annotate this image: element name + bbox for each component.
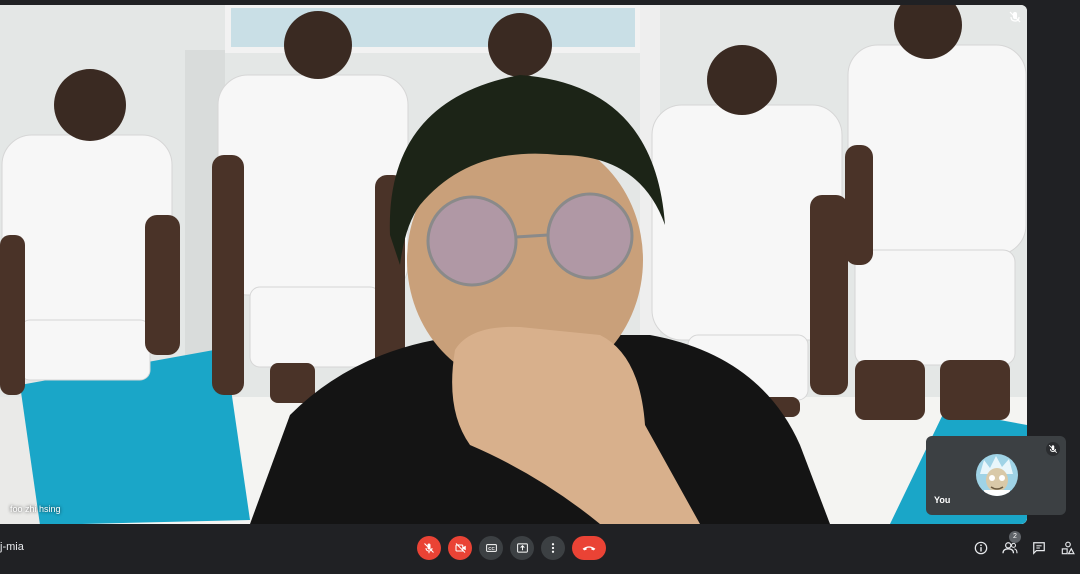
closed-captions-icon: CC xyxy=(485,544,497,552)
present-screen-button[interactable] xyxy=(510,536,534,560)
activities-icon xyxy=(1061,541,1075,555)
participant-video xyxy=(0,5,1027,524)
info-icon xyxy=(974,541,987,555)
mic-toggle-button[interactable] xyxy=(417,536,441,560)
participant-name: foo zhi hsing xyxy=(10,504,61,514)
more-vert-icon xyxy=(551,543,555,553)
mic-off-icon xyxy=(1046,442,1060,456)
svg-text:CC: CC xyxy=(488,546,495,551)
call-end-icon xyxy=(582,546,596,551)
self-view-tile[interactable]: You xyxy=(926,436,1066,515)
camera-off-icon xyxy=(454,543,466,553)
people-count-badge: 2 xyxy=(1009,531,1021,543)
more-options-button[interactable] xyxy=(541,536,565,560)
mic-off-icon xyxy=(424,543,434,554)
people-icon xyxy=(1001,542,1018,554)
show-everyone-button[interactable]: 2 xyxy=(997,531,1022,560)
present-icon xyxy=(516,543,528,553)
chat-icon xyxy=(1032,542,1045,555)
meeting-code: j-mia xyxy=(0,541,24,553)
chat-button[interactable] xyxy=(1026,536,1051,560)
self-label: You xyxy=(934,495,951,505)
call-controls: CC xyxy=(417,536,606,560)
main-video-tile[interactable]: foo zhi hsing xyxy=(0,5,1027,524)
meeting-details-button[interactable] xyxy=(968,536,993,560)
leave-call-button[interactable] xyxy=(572,536,606,560)
meeting-tools: 2 xyxy=(968,531,1080,560)
activities-button[interactable] xyxy=(1055,536,1080,560)
meet-window: foo zhi hsing You j-mia CC 2 xyxy=(0,0,1080,574)
avatar xyxy=(976,454,1018,496)
camera-toggle-button[interactable] xyxy=(448,536,472,560)
captions-toggle-button[interactable]: CC xyxy=(479,536,503,560)
mic-off-icon xyxy=(1007,9,1023,25)
